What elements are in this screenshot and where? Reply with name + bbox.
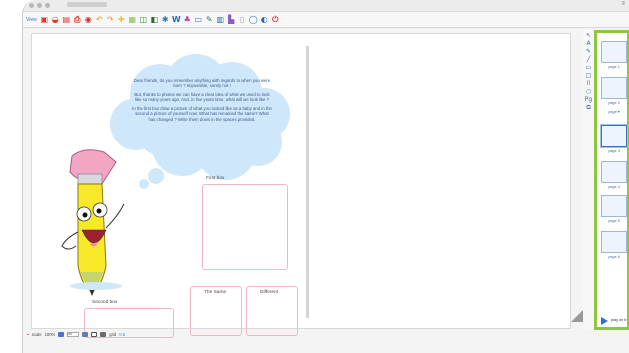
open-icon[interactable]: ◒ bbox=[51, 15, 60, 24]
calendar-icon[interactable]: ▥ bbox=[216, 15, 225, 24]
square-icon[interactable]: □ bbox=[586, 72, 592, 79]
status-bar: ▪ scale 100% ex grid 0.5 bbox=[23, 329, 583, 340]
page-thumbnail-label: page 6 bbox=[608, 255, 620, 259]
drawing-tools: ↖ A ✎ ╱ ▭ □ ⌷ ○ Pg ⧉ bbox=[583, 30, 594, 330]
second-box-label: Second box bbox=[92, 300, 118, 305]
circle-icon[interactable]: ○ bbox=[586, 88, 591, 95]
flash-icon[interactable]: ✱ bbox=[161, 15, 170, 24]
chart-icon[interactable]: ▙ bbox=[227, 15, 236, 24]
layout-icon[interactable]: ◫ bbox=[139, 15, 148, 24]
print-icon[interactable]: ⎙ bbox=[73, 15, 82, 24]
grid-value[interactable]: 0.5 bbox=[119, 332, 125, 337]
same-label: The Same bbox=[204, 290, 227, 295]
film-icon[interactable]: ◧ bbox=[150, 15, 159, 24]
page-thumbnail[interactable] bbox=[601, 231, 627, 253]
view-menu[interactable]: View bbox=[26, 17, 37, 23]
play-button[interactable]: play on b bbox=[601, 317, 629, 325]
first-box-label: First box bbox=[206, 176, 225, 181]
save-icon[interactable]: ▤ bbox=[62, 15, 71, 24]
scale-label: scale bbox=[31, 332, 42, 337]
whiteboard-canvas[interactable]: Dear friends, do you remember anything w… bbox=[31, 33, 571, 338]
page-thumbnail-label: page 1 bbox=[608, 65, 620, 69]
page-thumbnails: play on b page 1 page 2 page 3 page 4 page 5… bbox=[594, 30, 629, 330]
text-tool-icon[interactable]: A bbox=[586, 40, 590, 47]
page-thumbnail[interactable] bbox=[601, 41, 627, 63]
grid-label: grid bbox=[109, 332, 117, 337]
page-thumbnail[interactable] bbox=[601, 125, 627, 147]
fullscreen-icon[interactable] bbox=[100, 332, 107, 337]
flag-icon: ▪ bbox=[27, 331, 29, 338]
scale-value[interactable]: 100% bbox=[45, 332, 56, 337]
word-icon[interactable]: W bbox=[172, 15, 181, 24]
rectangle-icon[interactable]: ▭ bbox=[586, 64, 592, 71]
instructions-paragraph: In the first box draw a picture of what … bbox=[132, 106, 272, 122]
minimize-window-icon[interactable] bbox=[37, 3, 42, 8]
first-box[interactable] bbox=[202, 184, 288, 270]
main-toolbar: View ▣ ◒ ▤ ⎙ ◉ ↶ ↷ ✚ ▦ ◫ ◧ ✱ W ♣ ▭ ✎ ▥ ▙ ▯ ◯ ◐ ⏻ bbox=[23, 12, 629, 28]
page-thumbnail-label: page 2 bbox=[608, 101, 620, 105]
power-icon[interactable]: ⏻ bbox=[271, 15, 280, 24]
maximize-window-icon[interactable] bbox=[45, 3, 50, 8]
page-thumbnail-label: page 3 bbox=[608, 149, 620, 153]
window-icon[interactable]: ▭ bbox=[194, 15, 203, 24]
instructions-text: Dear friends, do you remember anything w… bbox=[132, 78, 272, 126]
undo-icon[interactable]: ↶ bbox=[95, 15, 104, 24]
new-page-icon[interactable]: ▣ bbox=[40, 15, 49, 24]
app-window: ≡ View ▣ ◒ ▤ ⎙ ◉ ↶ ↷ ✚ ▦ ◫ ◧ ✱ W ♣ ▭ ✎ ▥ ▙ ▯ ◯ ◐ ⏻ bbox=[22, 0, 629, 353]
fit-page-icon[interactable] bbox=[91, 332, 98, 337]
redo-icon[interactable]: ↷ bbox=[106, 15, 115, 24]
right-panel: ↖ A ✎ ╱ ▭ □ ⌷ ○ Pg ⧉ play on b page 1 page 2 page 3… bbox=[583, 30, 629, 330]
page-thumbnail-label: page 5 bbox=[608, 219, 620, 223]
gallery-icon[interactable]: ▦ bbox=[128, 15, 137, 24]
pointer-icon[interactable]: ◐ bbox=[260, 15, 269, 24]
window-menu-icon[interactable]: ≡ bbox=[621, 1, 625, 7]
close-window-icon[interactable] bbox=[29, 3, 34, 8]
pen-icon[interactable]: ✎ bbox=[586, 48, 591, 55]
zoom-icon[interactable]: ✚ bbox=[117, 15, 126, 24]
instructions-paragraph: Dear friends, do you remember anything w… bbox=[133, 78, 271, 89]
page-thumbnail[interactable] bbox=[601, 77, 627, 99]
page-tool-icon[interactable]: Pg bbox=[585, 96, 592, 103]
different-label: Different bbox=[260, 290, 279, 295]
select-arrow-icon[interactable]: ↖ bbox=[586, 32, 591, 39]
scale-down-icon[interactable] bbox=[58, 332, 65, 337]
page-thumbnail-label: page 4 bbox=[608, 185, 620, 189]
fit-width-icon[interactable] bbox=[82, 332, 89, 337]
instructions-cloud: Dear friends, do you remember anything w… bbox=[104, 52, 296, 180]
speech-bubble-icon[interactable]: ◯ bbox=[249, 15, 258, 24]
page-thumbnail[interactable] bbox=[601, 195, 627, 217]
tools-icon[interactable]: ✎ bbox=[205, 15, 214, 24]
thumbnail-toolbar[interactable]: page ▾ bbox=[601, 109, 627, 114]
window-title bbox=[67, 2, 107, 7]
line-icon[interactable]: ╱ bbox=[587, 56, 591, 63]
document-icon[interactable]: ▯ bbox=[238, 15, 247, 24]
cylinder-icon[interactable]: ⌷ bbox=[587, 80, 591, 87]
person-icon[interactable]: ♣ bbox=[183, 15, 192, 24]
group-icon[interactable]: ⧉ bbox=[586, 104, 590, 111]
page-field[interactable]: ex bbox=[67, 332, 80, 337]
play-label: play on b bbox=[611, 318, 627, 322]
page-spread-divider bbox=[306, 46, 309, 318]
play-icon bbox=[601, 317, 608, 325]
instructions-paragraph: But, thanks to photos we can have a clea… bbox=[134, 92, 270, 103]
page-thumbnail[interactable] bbox=[601, 161, 627, 183]
title-bar: ≡ bbox=[23, 0, 629, 12]
screen-capture-icon[interactable]: ◉ bbox=[84, 15, 93, 24]
